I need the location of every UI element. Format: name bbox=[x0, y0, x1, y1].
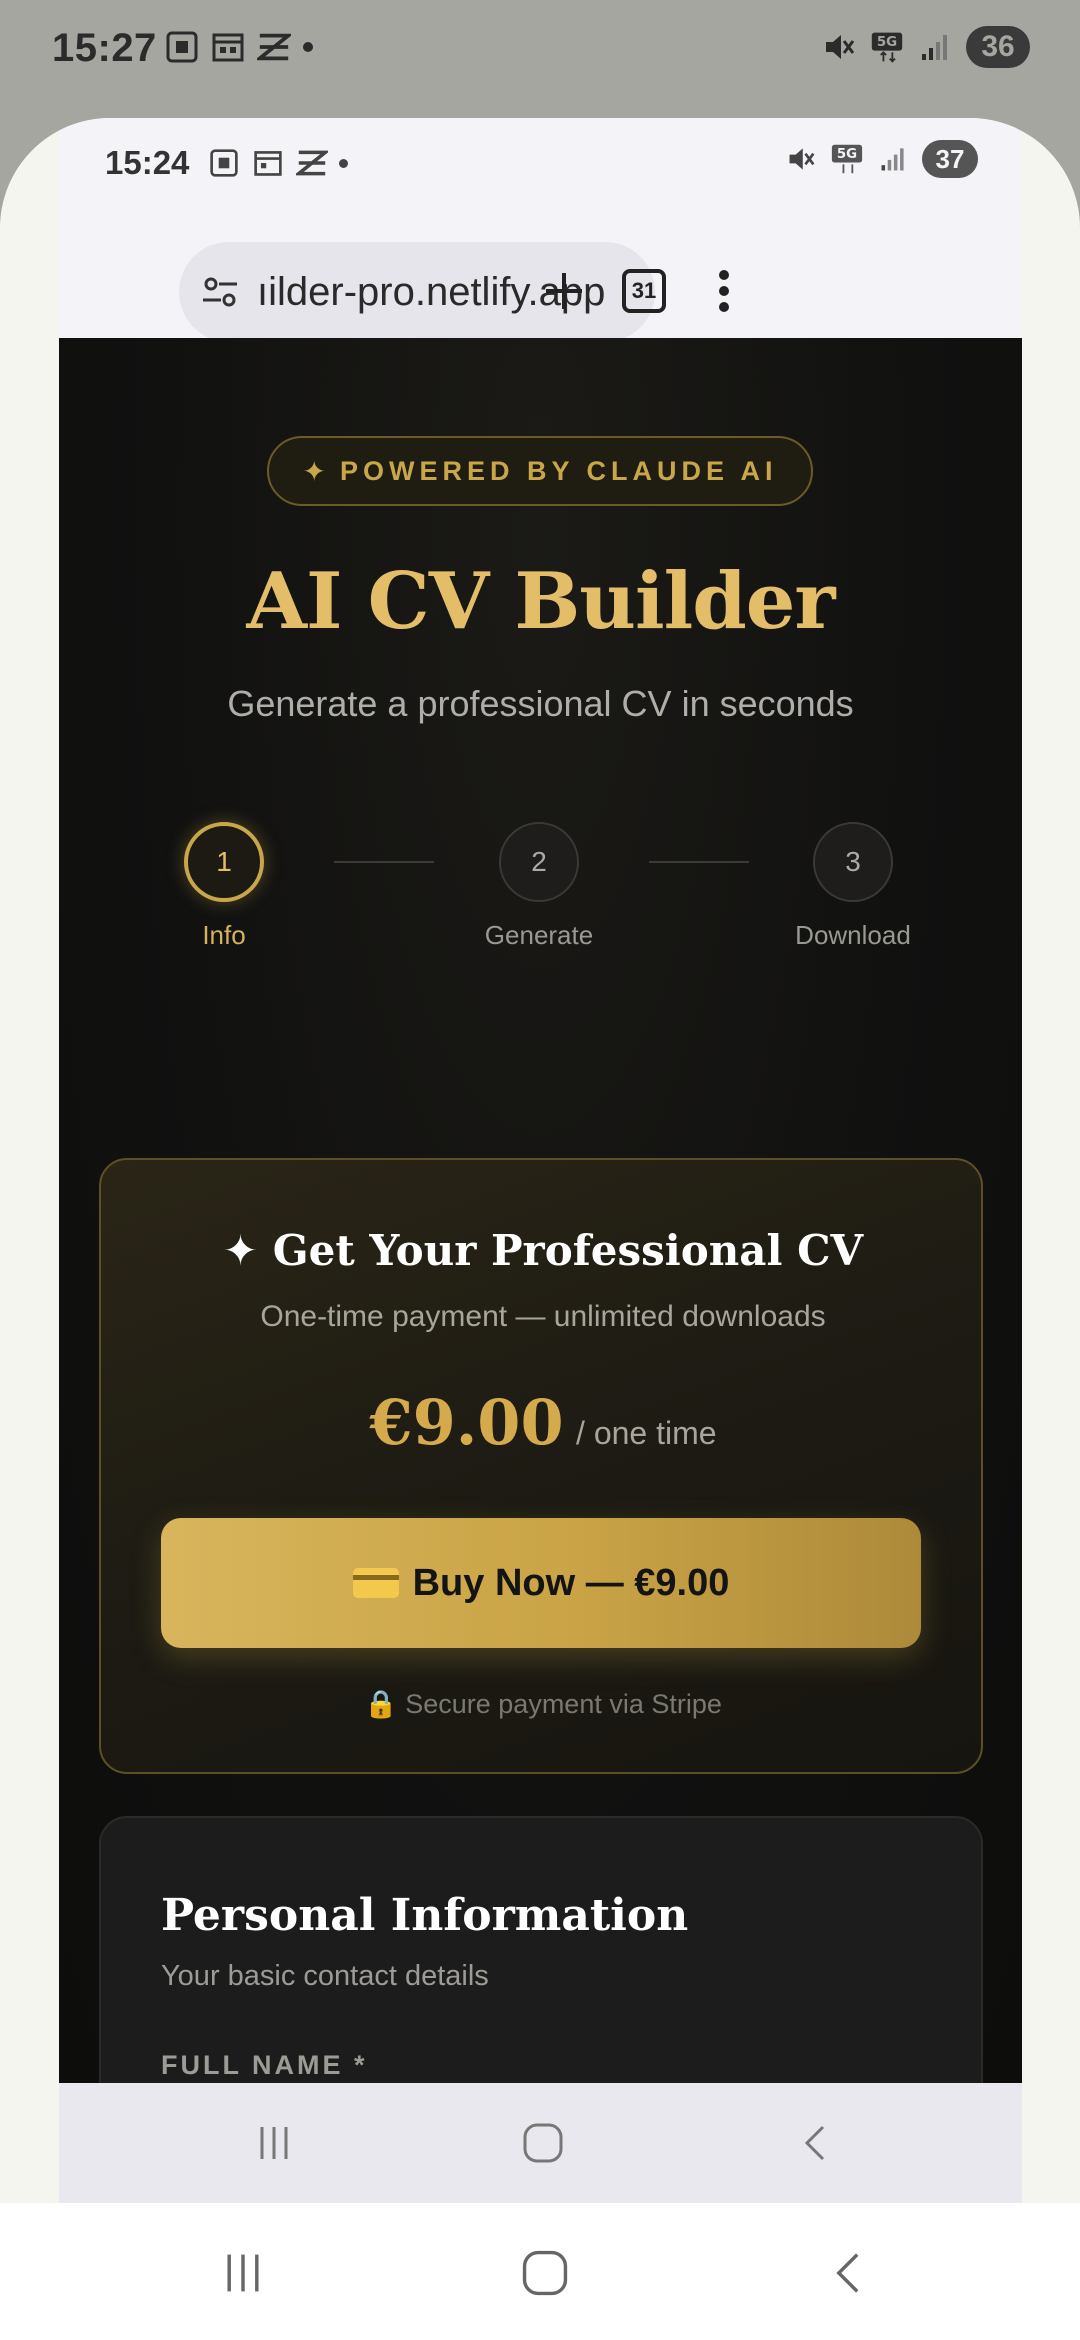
full-name-label: FULL NAME * bbox=[161, 2050, 368, 2080]
back-icon bbox=[804, 2125, 825, 2161]
svg-text:5G: 5G bbox=[837, 147, 857, 162]
price-row: €9.00 / one time bbox=[101, 1386, 985, 1459]
back-button[interactable] bbox=[775, 2103, 855, 2183]
calendar-icon bbox=[211, 30, 245, 64]
step-number: 1 bbox=[184, 822, 264, 902]
inner-screen: 15:24 5G 37 ıilder-pro.netlify.app 31 ✦ … bbox=[59, 118, 1022, 2203]
home-icon bbox=[523, 2123, 563, 2163]
recent-apps-button[interactable] bbox=[203, 2233, 283, 2313]
battery-indicator: 37 bbox=[922, 140, 978, 178]
calendar-icon bbox=[251, 146, 285, 180]
svg-text:5G: 5G bbox=[877, 35, 897, 50]
credit-card-icon bbox=[352, 1568, 399, 1598]
secure-payment-text: Secure payment via Stripe bbox=[405, 1689, 722, 1719]
more-notifications-dot bbox=[303, 42, 313, 52]
app-notification-icon bbox=[257, 30, 291, 64]
buy-now-label[interactable]: Buy Now — €9.00 bbox=[413, 1562, 730, 1605]
payment-card: ✦ Get Your Professional CV One-time paym… bbox=[99, 1158, 983, 1774]
sheet-container: 15:24 5G 37 ıilder-pro.netlify.app 31 ✦ … bbox=[0, 118, 1080, 2340]
powered-by-badge: ✦ POWERED BY CLAUDE AI bbox=[267, 436, 813, 506]
step-number: 3 bbox=[813, 822, 893, 902]
mute-icon bbox=[822, 30, 856, 64]
inner-navigation-bar bbox=[59, 2083, 1022, 2203]
recents-icon bbox=[227, 2254, 259, 2292]
badge-text: POWERED BY CLAUDE AI bbox=[339, 455, 778, 486]
payment-title-text: Get Your Professional CV bbox=[272, 1226, 864, 1275]
section-title: Personal Information bbox=[161, 1890, 689, 1941]
home-icon bbox=[522, 2250, 568, 2296]
price-unit: / one time bbox=[576, 1415, 717, 1451]
mute-icon bbox=[784, 142, 818, 176]
back-icon bbox=[836, 2253, 859, 2293]
progress-stepper: 1 Info 2 Generate 3 Download bbox=[59, 822, 1022, 962]
inner-status-time: 15:24 bbox=[105, 144, 190, 181]
tab-count[interactable]: 31 bbox=[622, 269, 666, 313]
payment-subtitle: One-time payment — unlimited downloads bbox=[260, 1300, 826, 1333]
screenshot-icon bbox=[165, 30, 199, 64]
network-5g-icon: 5G bbox=[870, 30, 904, 64]
personal-info-card: Personal Information Your basic contact … bbox=[99, 1816, 983, 2083]
sparkle-icon: ✦ bbox=[222, 1226, 259, 1275]
signal-icon bbox=[876, 142, 910, 176]
inner-status-bar: 15:24 5G 37 bbox=[59, 118, 1022, 210]
step-label: Download bbox=[795, 920, 911, 950]
site-settings-icon[interactable] bbox=[197, 269, 243, 315]
signal-icon bbox=[918, 30, 952, 64]
secure-payment-note: 🔒 Secure payment via Stripe bbox=[101, 1688, 985, 1720]
recents-icon bbox=[260, 2127, 288, 2159]
notification-icons bbox=[165, 30, 313, 64]
web-content: ✦ POWERED BY CLAUDE AI AI CV Builder Gen… bbox=[59, 338, 1022, 2083]
step-download: 3 Download bbox=[753, 822, 953, 951]
sparkle-icon: ✦ bbox=[302, 455, 326, 487]
page-title: AI CV Builder bbox=[246, 556, 835, 647]
more-notifications-dot bbox=[339, 158, 348, 168]
plus-icon bbox=[546, 273, 582, 309]
network-5g-icon: 5G bbox=[830, 142, 864, 176]
step-info: 1 Info bbox=[124, 822, 324, 951]
inner-notification-icons bbox=[207, 146, 348, 180]
more-vertical-icon bbox=[719, 270, 729, 312]
price-amount: €9.00 bbox=[369, 1386, 564, 1459]
step-label: Generate bbox=[484, 920, 594, 950]
new-tab-button[interactable] bbox=[519, 246, 609, 336]
app-notification-icon bbox=[295, 146, 329, 180]
step-label: Info bbox=[202, 920, 246, 950]
tab-switcher-button[interactable]: 31 bbox=[599, 246, 689, 336]
back-button[interactable] bbox=[808, 2233, 888, 2313]
outer-navigation-bar bbox=[0, 2203, 1080, 2340]
system-icons: 5G 36 bbox=[822, 26, 1030, 68]
buy-now-button[interactable]: Buy Now — €9.00 bbox=[161, 1518, 921, 1648]
home-button[interactable] bbox=[505, 2233, 585, 2313]
outer-status-bar: 15:27 5G 36 bbox=[0, 0, 1080, 110]
screenshot-icon bbox=[207, 146, 241, 180]
overflow-menu-button[interactable] bbox=[679, 246, 769, 336]
step-generate: 2 Generate bbox=[439, 822, 639, 951]
step-connector bbox=[334, 861, 434, 863]
payment-title: ✦ Get Your Professional CV bbox=[101, 1226, 985, 1275]
home-button[interactable] bbox=[503, 2103, 583, 2183]
battery-indicator: 36 bbox=[966, 26, 1030, 68]
step-number: 2 bbox=[499, 822, 579, 902]
page-subtitle: Generate a professional CV in seconds bbox=[227, 683, 854, 724]
inner-system-icons: 5G 37 bbox=[784, 140, 978, 178]
section-subtitle: Your basic contact details bbox=[161, 1960, 489, 1992]
status-time: 15:27 bbox=[52, 26, 157, 70]
step-connector bbox=[649, 861, 749, 863]
recent-apps-button[interactable] bbox=[234, 2103, 314, 2183]
lock-icon: 🔒 bbox=[364, 1689, 398, 1719]
